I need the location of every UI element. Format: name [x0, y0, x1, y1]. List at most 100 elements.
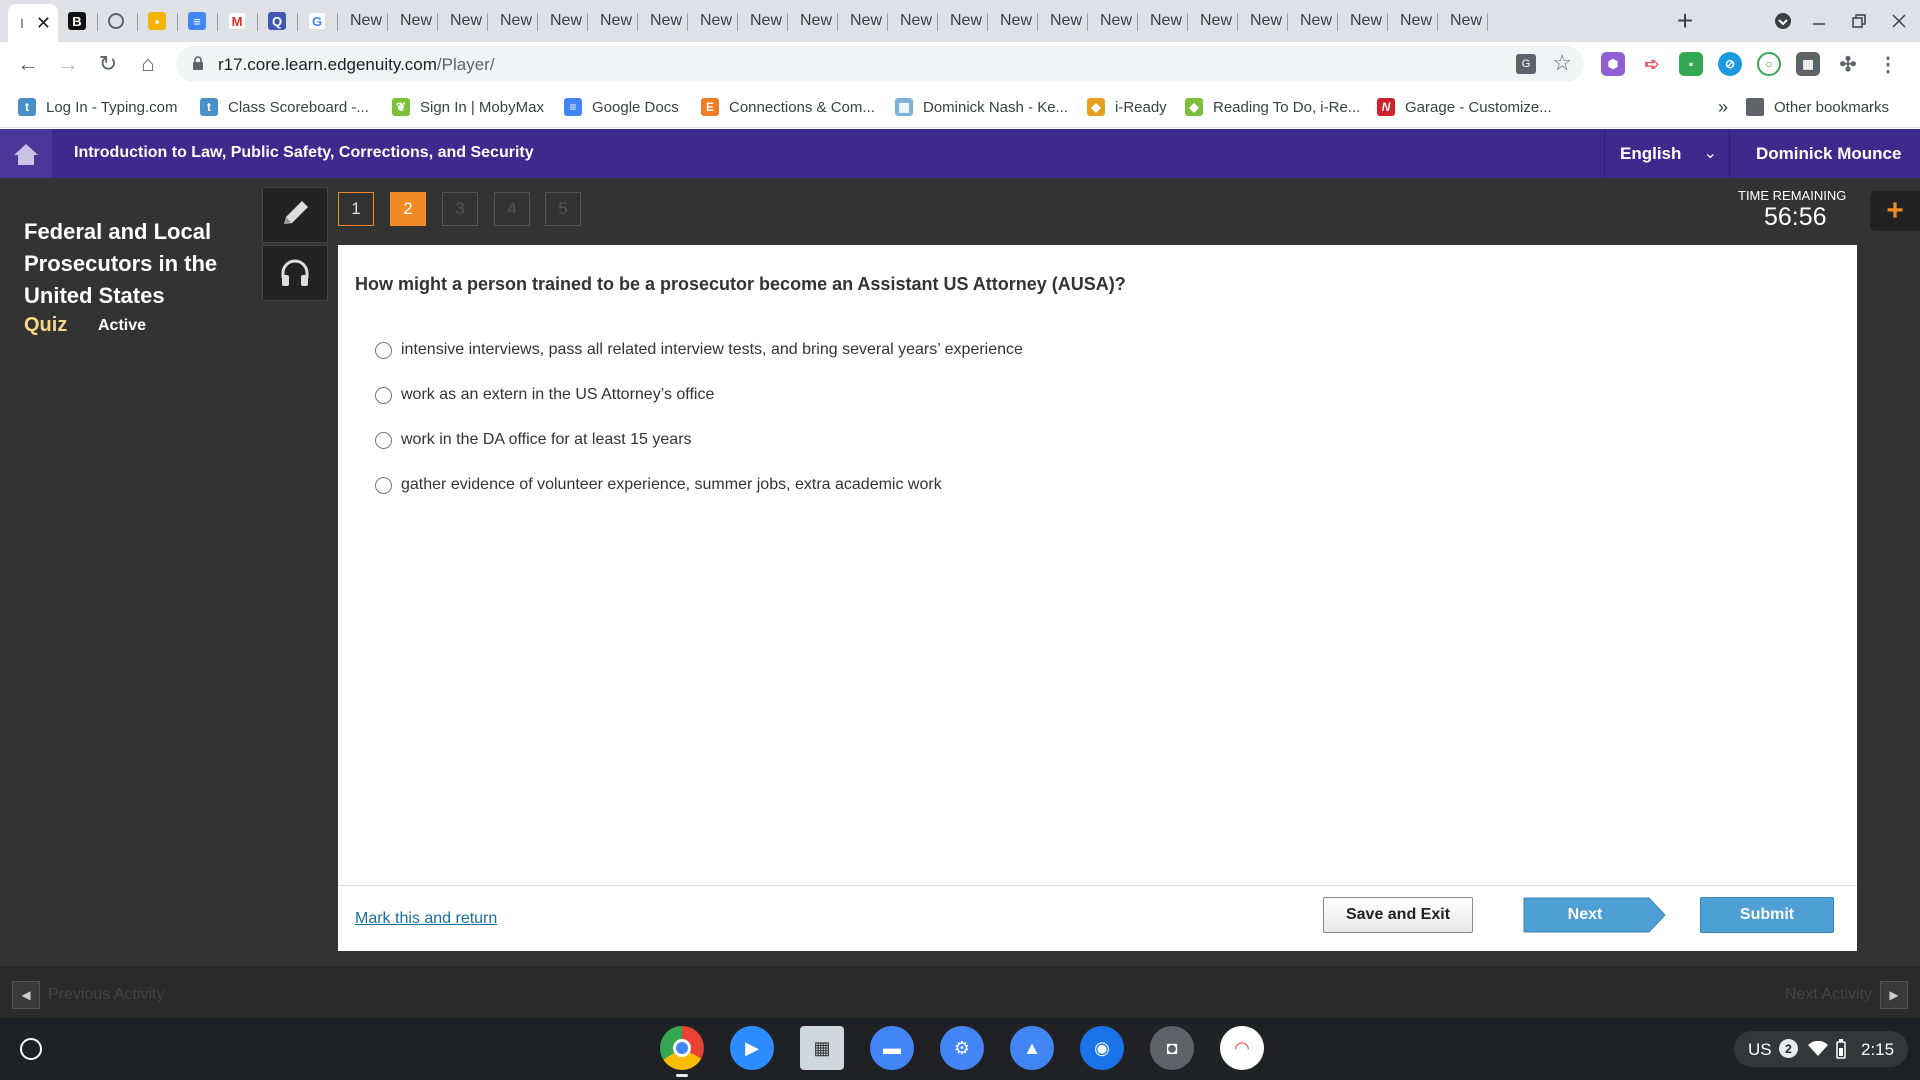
- tab-active[interactable]: I ✕: [8, 4, 58, 42]
- question-number-1[interactable]: 1: [338, 192, 374, 226]
- menu-kebab-icon[interactable]: ⋮: [1876, 52, 1900, 76]
- answer-choice-2[interactable]: work as an extern in the US Attorney’s o…: [375, 383, 714, 407]
- tab-item[interactable]: New: [688, 4, 738, 38]
- tab-item[interactable]: ▪: [138, 4, 178, 38]
- radio-button[interactable]: [375, 431, 392, 449]
- bookmark-typing[interactable]: t Log In - Typing.com: [18, 96, 177, 118]
- launcher-icon[interactable]: [20, 1038, 42, 1060]
- bookmark-mobymax[interactable]: ❦ Sign In | MobyMax: [392, 96, 544, 118]
- tab-item[interactable]: G: [298, 4, 338, 38]
- restore-icon[interactable]: [1846, 8, 1872, 34]
- home-button[interactable]: [0, 129, 52, 178]
- extensions-icon[interactable]: ✣: [1836, 52, 1860, 76]
- tab-item[interactable]: New: [438, 4, 488, 38]
- tab-item[interactable]: New: [988, 4, 1038, 38]
- extension-classroom-icon[interactable]: ▪: [1679, 52, 1703, 76]
- radio-button[interactable]: [375, 341, 392, 359]
- mark-and-return-link[interactable]: Mark this and return: [355, 910, 497, 928]
- bookmark-iready[interactable]: ◆ i-Ready: [1087, 96, 1167, 118]
- tab-item[interactable]: New: [1138, 4, 1188, 38]
- tab-item[interactable]: New: [788, 4, 838, 38]
- previous-activity-button[interactable]: ◀ Previous Activity: [12, 981, 172, 1009]
- tab-item[interactable]: M: [218, 4, 258, 38]
- close-tab-icon[interactable]: ✕: [36, 13, 51, 34]
- answer-choice-3[interactable]: work in the DA office for at least 15 ye…: [375, 428, 692, 452]
- bookmarks-overflow-icon[interactable]: »: [1718, 96, 1728, 118]
- tab-item[interactable]: New: [1188, 4, 1238, 38]
- tab-item[interactable]: New: [1338, 4, 1388, 38]
- tab-search-icon[interactable]: [1770, 8, 1796, 34]
- submit-button[interactable]: Submit: [1700, 897, 1834, 933]
- new-tab-icon[interactable]: +: [1672, 5, 1698, 36]
- home-icon[interactable]: ⌂: [134, 50, 162, 78]
- answer-choice-1[interactable]: intensive interviews, pass all related i…: [375, 338, 1023, 362]
- tab-item[interactable]: New: [388, 4, 438, 38]
- chrome-icon[interactable]: [660, 1026, 704, 1070]
- tab-item[interactable]: New: [1288, 4, 1338, 38]
- reload-icon[interactable]: ↻: [94, 50, 122, 78]
- user-name[interactable]: Dominick Mounce: [1756, 144, 1901, 164]
- bookmark-scoreboard[interactable]: t Class Scoreboard -...: [200, 96, 369, 118]
- next-button[interactable]: Next: [1523, 897, 1667, 933]
- tab-item[interactable]: New: [888, 4, 938, 38]
- tab-item[interactable]: New: [1038, 4, 1088, 38]
- gallery-icon[interactable]: ▲: [1010, 1026, 1054, 1070]
- star-icon[interactable]: ☆: [1552, 50, 1572, 76]
- save-and-exit-button[interactable]: Save and Exit: [1323, 897, 1473, 933]
- extension-grid-icon[interactable]: ▦: [1796, 52, 1820, 76]
- language-select[interactable]: English ⌄: [1604, 129, 1730, 178]
- audio-tool-button[interactable]: [262, 245, 328, 301]
- tab-item[interactable]: New: [1238, 4, 1288, 38]
- bookmark-connections[interactable]: E Connections & Com...: [701, 96, 875, 118]
- plus-icon[interactable]: +: [1870, 191, 1920, 231]
- tab-item[interactable]: New: [588, 4, 638, 38]
- tab-item[interactable]: New: [738, 4, 788, 38]
- next-activity-button[interactable]: Next Activity ▶: [1777, 981, 1908, 1009]
- close-window-icon[interactable]: [1886, 8, 1912, 34]
- translate-icon[interactable]: G: [1516, 54, 1536, 74]
- eye-icon[interactable]: ◉: [1080, 1026, 1124, 1070]
- files-icon[interactable]: ▬: [870, 1026, 914, 1070]
- bookmark-garage[interactable]: N Garage - Customize...: [1377, 96, 1552, 118]
- tab-item[interactable]: New: [838, 4, 888, 38]
- tab-item[interactable]: New: [538, 4, 588, 38]
- bookmark-reading[interactable]: ◆ Reading To Do, i-Re...: [1185, 96, 1360, 118]
- tab-item[interactable]: New: [488, 4, 538, 38]
- tab-item[interactable]: Q: [258, 4, 298, 38]
- question-number-3[interactable]: 3: [442, 192, 478, 226]
- pencil-tool-button[interactable]: [262, 187, 328, 243]
- rainbow-icon[interactable]: ◠: [1220, 1026, 1264, 1070]
- bookmark-dominick-nash[interactable]: ▦ Dominick Nash - Ke...: [895, 96, 1068, 118]
- other-bookmarks[interactable]: Other bookmarks: [1746, 96, 1889, 118]
- question-number-5[interactable]: 5: [545, 192, 581, 226]
- extension-blue-icon[interactable]: ⊘: [1718, 52, 1742, 76]
- radio-button[interactable]: [375, 386, 392, 404]
- tab-item[interactable]: New: [1438, 4, 1488, 38]
- os-shelf: ▶ ▦ ▬ ⚙ ▲ ◉ ◘ ◠ US 2 2:15: [0, 1018, 1920, 1080]
- extension-arrow-icon[interactable]: ➪: [1640, 52, 1664, 76]
- address-bar[interactable]: r17.core.learn.edgenuity.com/Player/ G ☆: [176, 46, 1584, 82]
- camera-icon[interactable]: ◘: [1150, 1026, 1194, 1070]
- forward-icon[interactable]: →: [54, 50, 82, 78]
- settings-icon[interactable]: ⚙: [940, 1026, 984, 1070]
- zoom-icon[interactable]: ▶: [730, 1026, 774, 1070]
- tab-item[interactable]: New: [938, 4, 988, 38]
- question-number-2[interactable]: 2: [390, 192, 426, 226]
- tab-item[interactable]: ≡: [178, 4, 218, 38]
- bookmark-google-docs[interactable]: ≡ Google Docs: [564, 96, 679, 118]
- extension-puzzle-purple-icon[interactable]: ⬢: [1601, 52, 1625, 76]
- radio-button[interactable]: [375, 476, 392, 494]
- minimize-icon[interactable]: [1806, 8, 1832, 34]
- tab-item[interactable]: New: [638, 4, 688, 38]
- answer-choice-4[interactable]: gather evidence of volunteer experience,…: [375, 473, 942, 497]
- question-number-4[interactable]: 4: [494, 192, 530, 226]
- extension-green-icon[interactable]: ○: [1757, 52, 1781, 76]
- tab-item[interactable]: [98, 4, 138, 38]
- tab-item[interactable]: New: [1388, 4, 1438, 38]
- tab-item[interactable]: New: [1088, 4, 1138, 38]
- status-tray[interactable]: US 2 2:15: [1734, 1031, 1908, 1067]
- tab-item[interactable]: New: [338, 4, 388, 38]
- back-icon[interactable]: ←: [14, 50, 42, 78]
- photos-icon[interactable]: ▦: [800, 1026, 844, 1070]
- tab-item[interactable]: B: [58, 4, 98, 38]
